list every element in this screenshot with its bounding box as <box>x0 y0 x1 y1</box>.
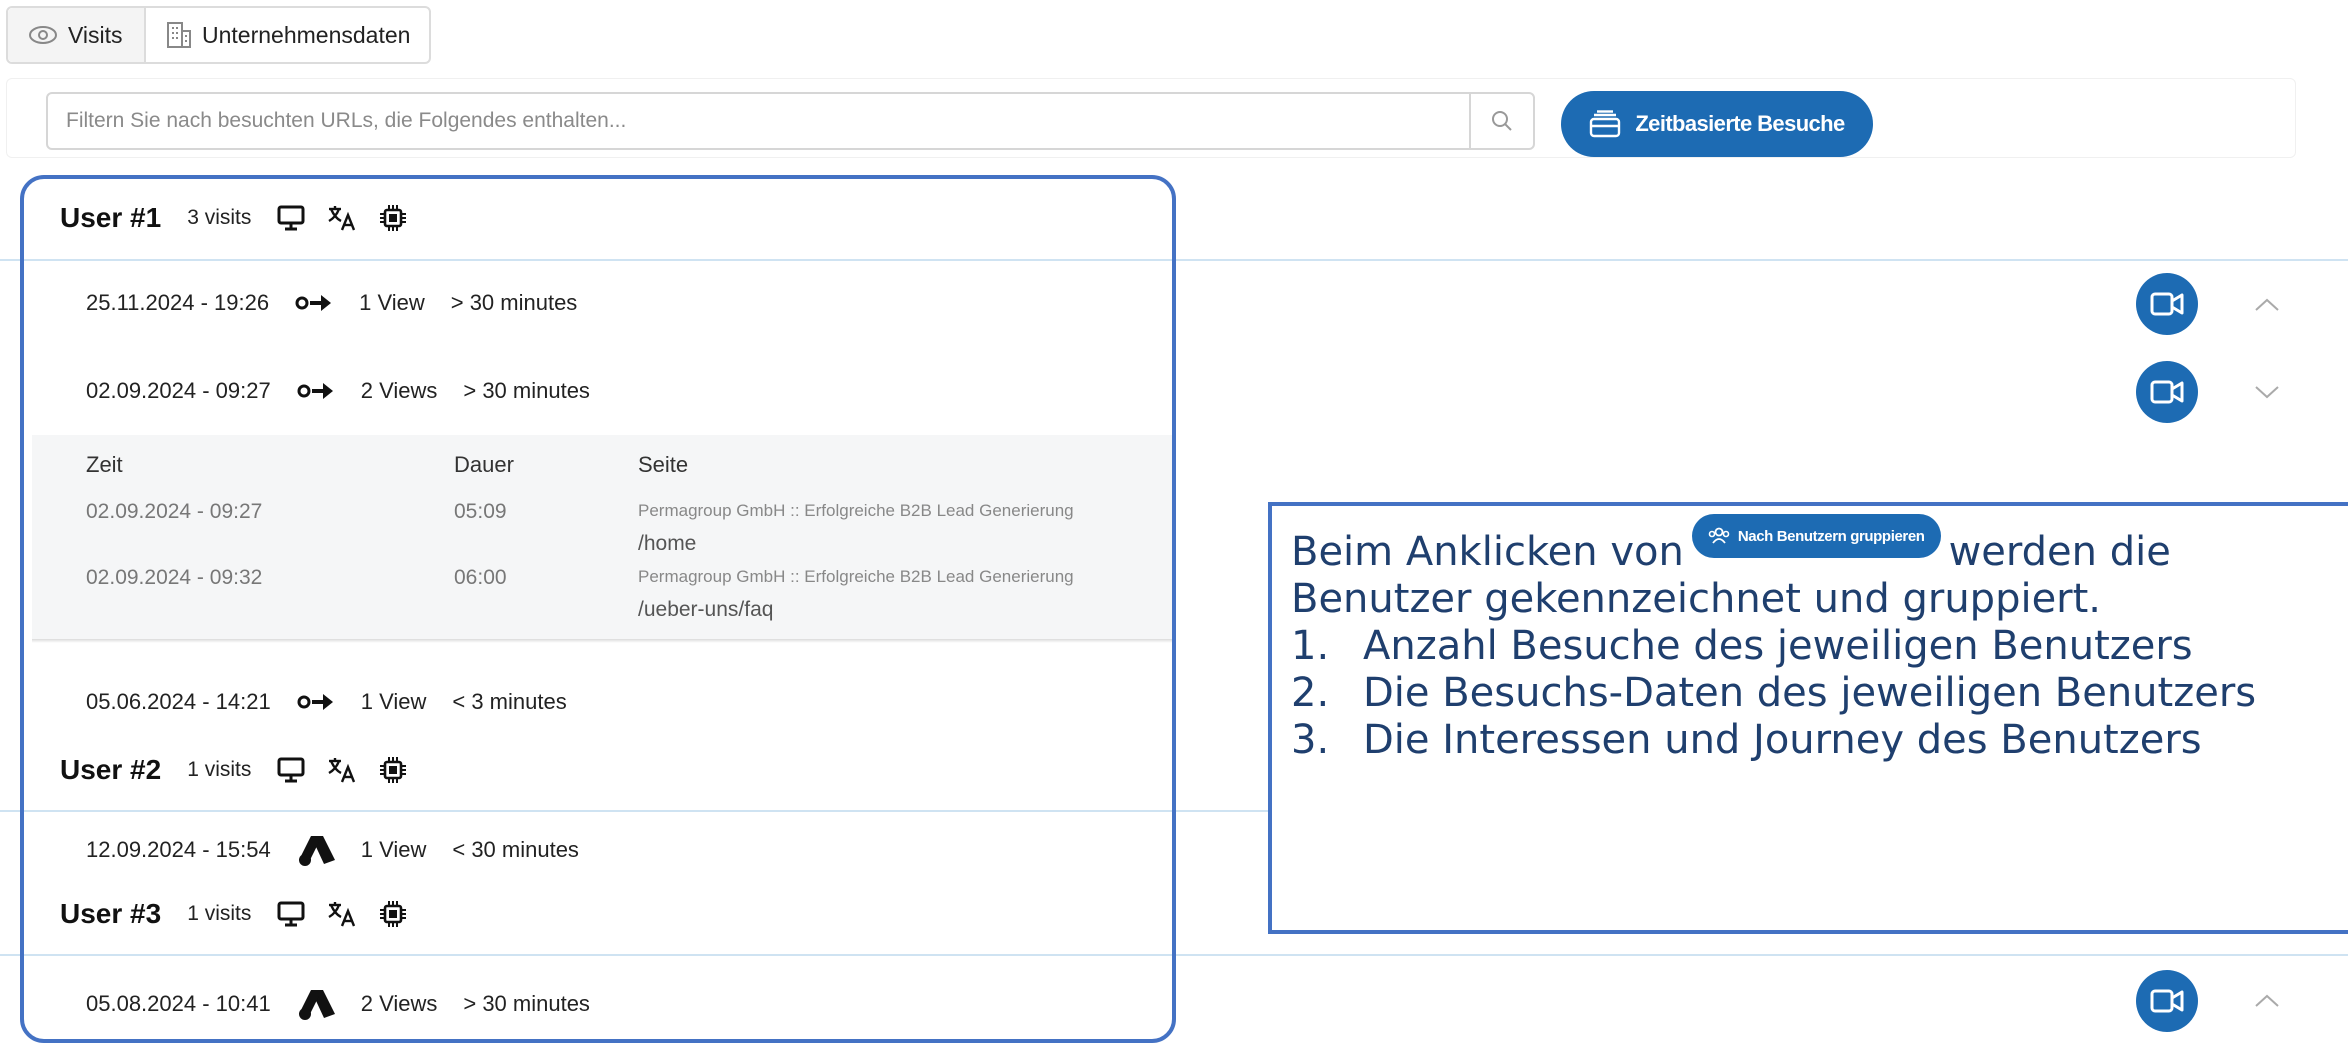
expand-chevron-icon[interactable] <box>2252 382 2282 402</box>
annotation-callout-text: Beim Anklicken von Nach Benutzern gruppi… <box>1291 514 2256 775</box>
view-tabs: Visits Unternehmensdaten <box>6 6 431 64</box>
time-based-visits-button[interactable]: Zeitbasierte Besuche <box>1561 91 1873 157</box>
tab-company-data[interactable]: Unternehmensdaten <box>146 8 410 62</box>
video-camera-icon <box>2149 290 2185 318</box>
users-group-icon <box>1708 527 1730 545</box>
play-recording-button[interactable] <box>2136 273 2198 335</box>
eye-icon <box>28 25 58 45</box>
video-camera-icon <box>2149 378 2185 406</box>
play-recording-button[interactable] <box>2136 970 2198 1032</box>
tab-visits[interactable]: Visits <box>8 8 146 62</box>
tab-visits-label: Visits <box>68 21 123 48</box>
building-icon <box>166 21 192 49</box>
collapse-chevron-icon[interactable] <box>2252 990 2282 1010</box>
video-camera-icon <box>2149 987 2185 1015</box>
callout-item: 3. Die Interessen und Journey des Benutz… <box>1291 706 2256 775</box>
annotation-highlight-frame <box>20 175 1176 1043</box>
callout-item-text: Die Interessen und Journey des Benutzers <box>1363 717 2202 763</box>
group-by-users-label: Nach Benutzern gruppieren <box>1737 527 1925 545</box>
url-filter-input[interactable]: Filtern Sie nach besuchten URLs, die Fol… <box>46 92 1471 150</box>
play-recording-button[interactable] <box>2136 361 2198 423</box>
search-icon <box>1491 110 1513 132</box>
time-based-visits-label: Zeitbasierte Besuche <box>1635 111 1845 136</box>
search-button[interactable] <box>1469 92 1535 150</box>
tab-company-data-label: Unternehmensdaten <box>202 21 411 48</box>
callout-item-number: 3. <box>1291 717 1330 763</box>
group-by-users-button: Nach Benutzern gruppieren <box>1691 514 1941 558</box>
stack-icon <box>1589 110 1621 138</box>
url-filter-placeholder: Filtern Sie nach besuchten URLs, die Fol… <box>66 109 627 132</box>
collapse-chevron-icon[interactable] <box>2252 294 2282 314</box>
